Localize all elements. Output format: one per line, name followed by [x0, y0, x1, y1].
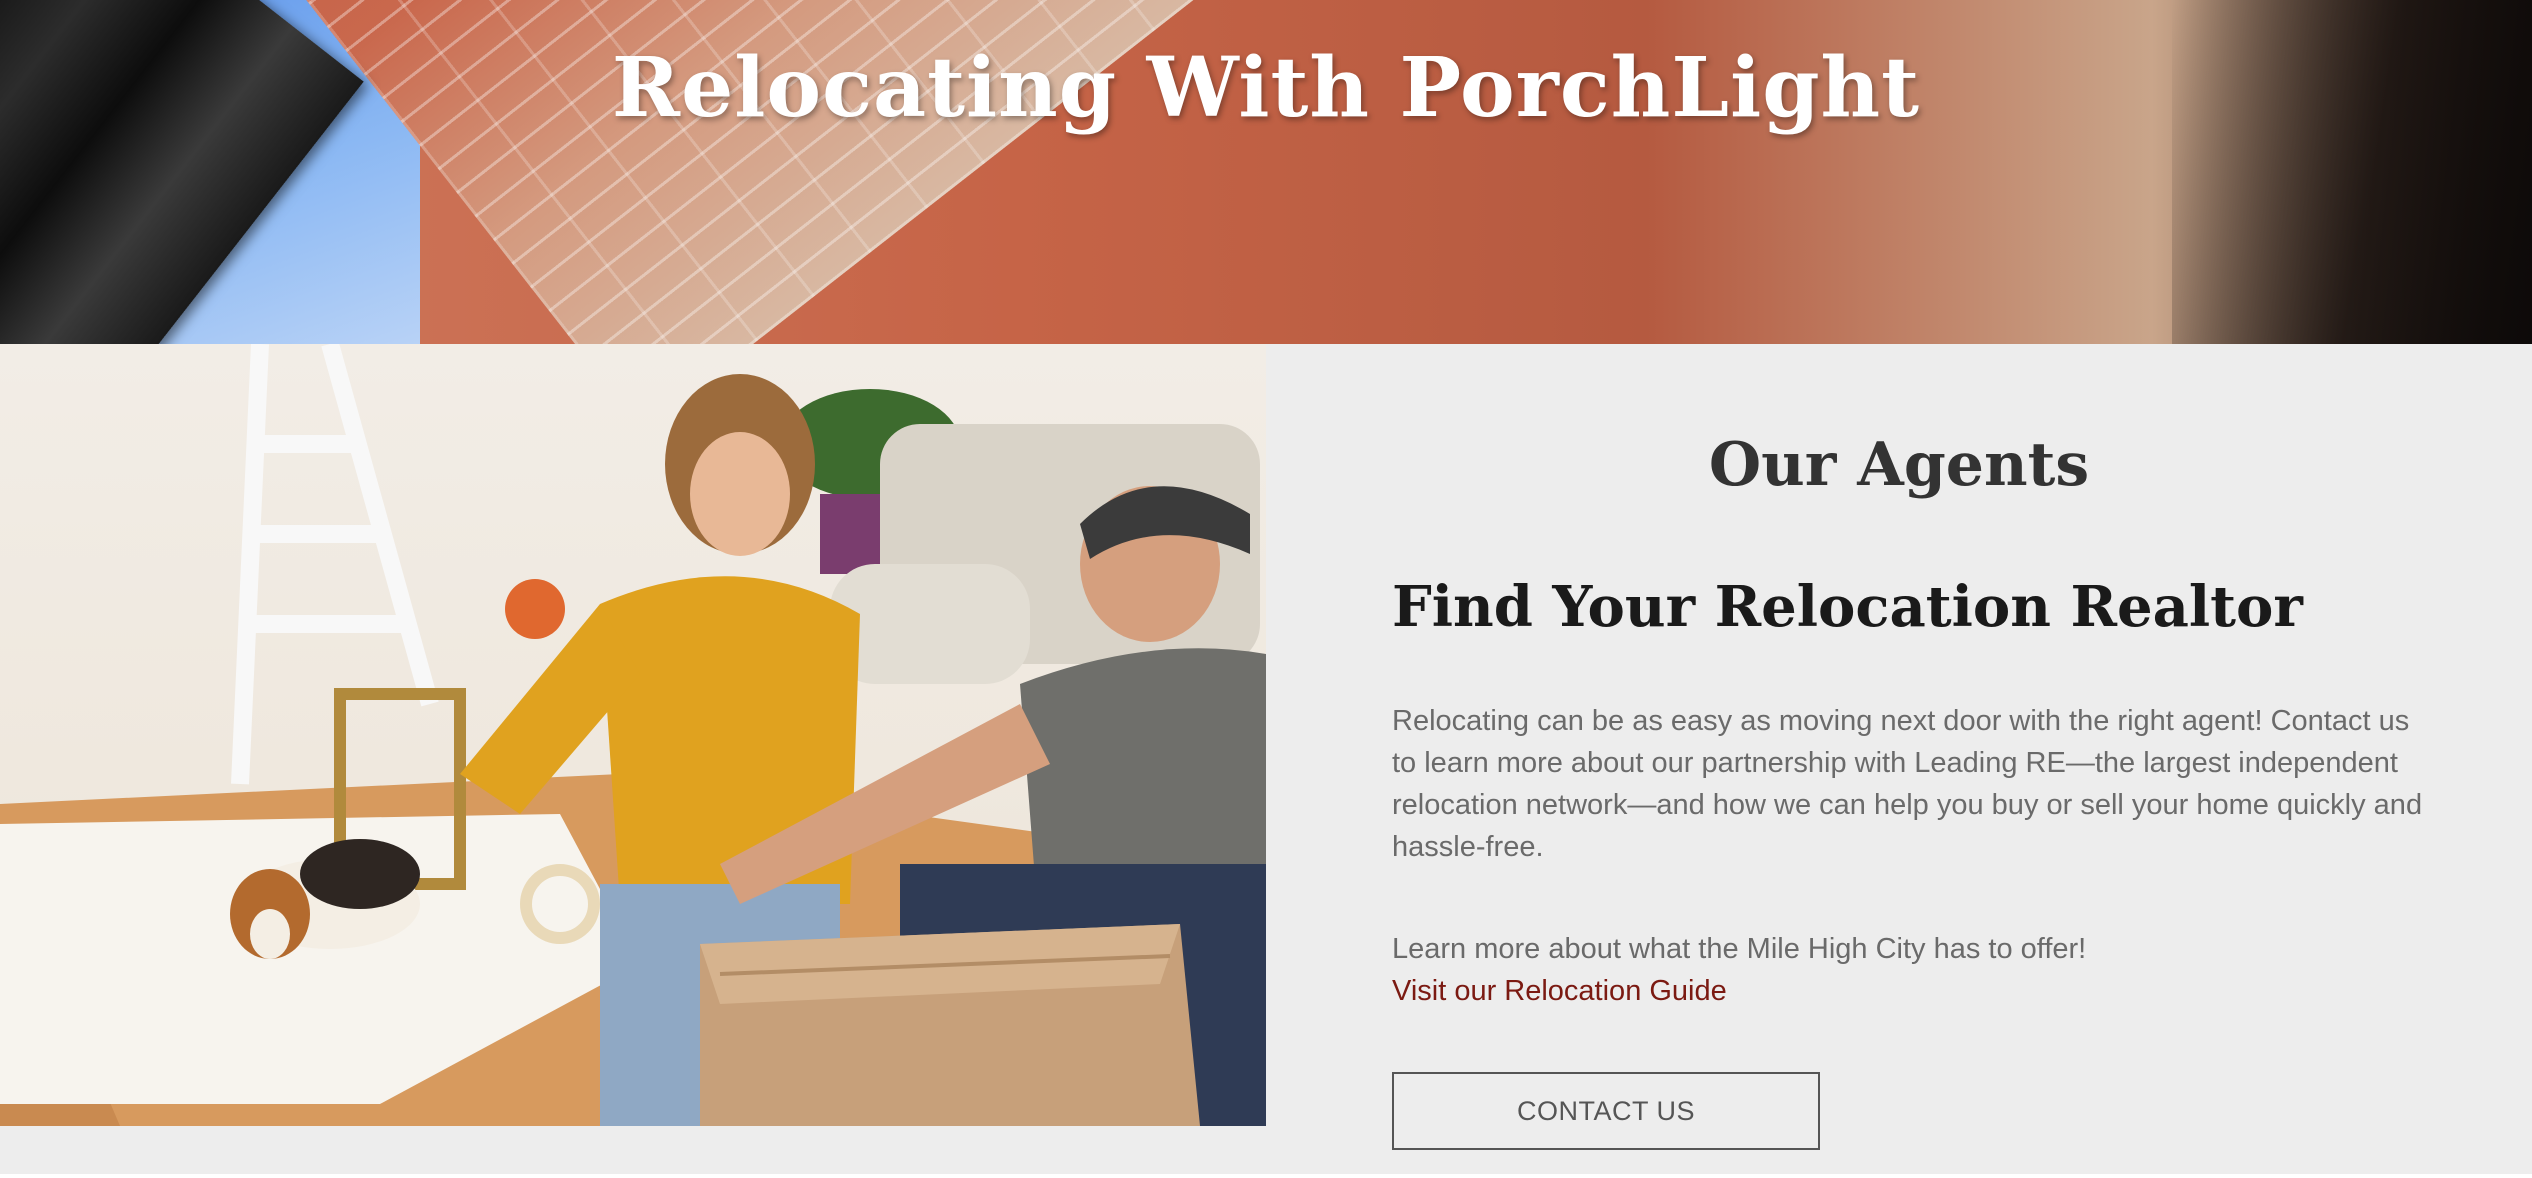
relocation-description: Relocating can be as easy as moving next… — [1392, 705, 2423, 863]
relocation-realtor-heading: Find Your Relocation Realtor — [1392, 574, 2303, 640]
relocation-photo — [0, 344, 1266, 1126]
hero-title: Relocating With PorchLight — [611, 40, 1921, 136]
section-bottom-band — [0, 1126, 1266, 1174]
agents-heading: Our Agents — [1708, 430, 2090, 500]
contact-us-button[interactable]: CONTACT US — [1392, 1072, 1820, 1150]
moving-box — [700, 924, 1200, 1126]
agents-panel: Our Agents Find Your Relocation Realtor … — [1266, 344, 2532, 1174]
photo-illustration — [0, 344, 1266, 1126]
learn-more-text: Learn more about what the Mile High City… — [1392, 933, 2087, 965]
relocation-guide-link[interactable]: Visit our Relocation Guide — [1392, 970, 1727, 1012]
hero-banner: Relocating With PorchLight — [0, 0, 2532, 344]
ball — [505, 579, 565, 639]
